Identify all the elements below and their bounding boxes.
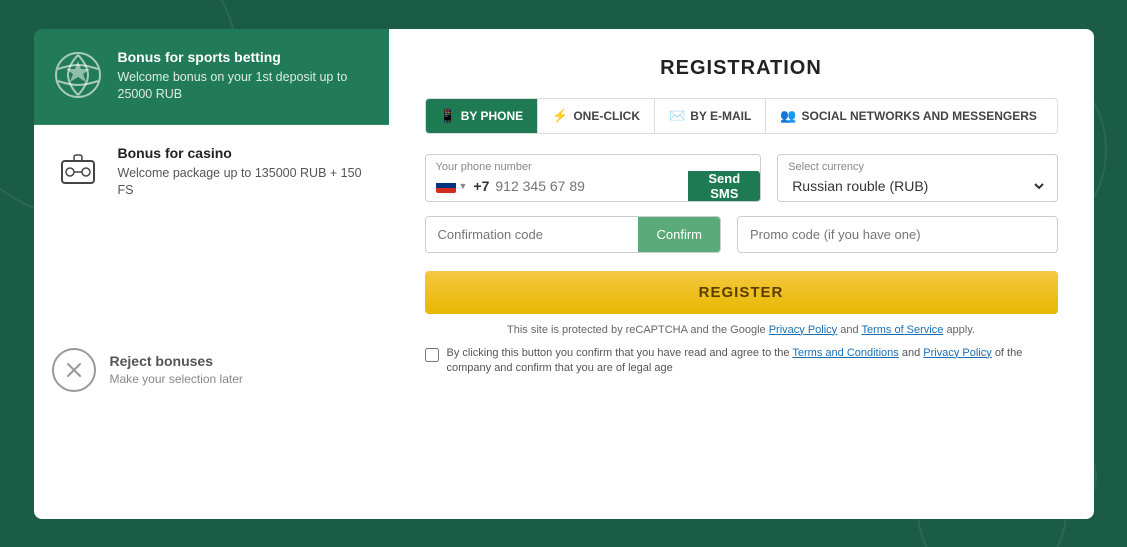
privacy-policy-link[interactable]: Privacy Policy — [769, 324, 837, 336]
left-panel: Bonus for sports betting Welcome bonus o… — [34, 29, 389, 519]
currency-select[interactable]: Russian rouble (RUB) USD EUR — [788, 177, 1046, 195]
sports-bonus-card[interactable]: Bonus for sports betting Welcome bonus o… — [34, 29, 389, 125]
terms-checkbox[interactable] — [425, 348, 439, 362]
sports-bonus-text: Bonus for sports betting Welcome bonus o… — [118, 49, 371, 104]
phone-group: Your phone number ▼ +7 Send SMS — [425, 154, 762, 202]
confirmation-input[interactable] — [426, 217, 639, 252]
casino-bonus-desc: Welcome package up to 135000 RUB + 150 F… — [118, 165, 371, 200]
promo-input[interactable] — [737, 216, 1058, 253]
sports-bonus-desc: Welcome bonus on your 1st deposit up to … — [118, 69, 371, 104]
terms-row: By clicking this button you confirm that… — [425, 346, 1058, 377]
tab-one-click-label: ONE-CLICK — [573, 109, 640, 123]
reject-bonus-card[interactable]: Reject bonuses Make your selection later — [34, 221, 389, 519]
terms-text: By clicking this button you confirm that… — [447, 346, 1058, 377]
reject-icon — [52, 348, 96, 392]
tab-social-label: SOCIAL NETWORKS AND MESSENGERS — [802, 109, 1037, 123]
phone-inner: ▼ +7 Send SMS — [436, 177, 751, 195]
registration-tabs: 📱 BY PHONE ⚡ ONE-CLICK ✉️ BY E-MAIL 👥 SO… — [425, 98, 1058, 134]
flag-selector[interactable]: ▼ — [436, 179, 468, 193]
confirm-promo-row: Confirm — [425, 216, 1058, 253]
phone-tab-icon: 📱 — [440, 108, 456, 124]
register-button[interactable]: REGISTER — [425, 271, 1058, 314]
currency-label: Select currency — [788, 161, 1046, 173]
registration-title: REGISTRATION — [425, 57, 1058, 80]
tab-one-click[interactable]: ⚡ ONE-CLICK — [538, 99, 655, 133]
phone-prefix: +7 — [473, 178, 489, 194]
confirmation-group: Confirm — [425, 216, 722, 253]
reject-desc: Make your selection later — [110, 372, 243, 386]
casino-bonus-title: Bonus for casino — [118, 145, 371, 161]
phone-currency-row: Your phone number ▼ +7 Send SMS — [425, 154, 1058, 202]
send-sms-button[interactable]: Send SMS — [688, 171, 760, 201]
casino-bonus-icon — [52, 145, 104, 197]
casino-bonus-card[interactable]: Bonus for casino Welcome package up to 1… — [34, 125, 389, 221]
oneclick-tab-icon: ⚡ — [552, 108, 568, 124]
reject-title: Reject bonuses — [110, 353, 243, 369]
currency-group: Select currency Russian rouble (RUB) USD… — [777, 154, 1057, 202]
tab-by-email-label: BY E-MAIL — [690, 109, 751, 123]
sports-bonus-title: Bonus for sports betting — [118, 49, 371, 65]
social-tab-icon: 👥 — [780, 108, 796, 124]
casino-bonus-text: Bonus for casino Welcome package up to 1… — [118, 145, 371, 200]
email-tab-icon: ✉️ — [669, 108, 685, 124]
sports-bonus-icon — [52, 49, 104, 101]
tab-by-email[interactable]: ✉️ BY E-MAIL — [655, 99, 766, 133]
tab-social[interactable]: 👥 SOCIAL NETWORKS AND MESSENGERS — [766, 99, 1051, 133]
terms-of-service-link[interactable]: Terms of Service — [861, 324, 943, 336]
flag-chevron-icon: ▼ — [459, 181, 468, 191]
flag-russia — [436, 179, 456, 193]
phone-input[interactable] — [495, 178, 676, 194]
right-panel: REGISTRATION 📱 BY PHONE ⚡ ONE-CLICK ✉️ B… — [389, 29, 1094, 519]
recaptcha-text: This site is protected by reCAPTCHA and … — [425, 324, 1058, 336]
tab-by-phone-label: BY PHONE — [461, 109, 523, 123]
main-container: Bonus for sports betting Welcome bonus o… — [34, 29, 1094, 519]
terms-conditions-link[interactable]: Terms and Conditions — [792, 347, 898, 359]
reject-text: Reject bonuses Make your selection later — [110, 353, 243, 386]
privacy-policy2-link[interactable]: Privacy Policy — [923, 347, 991, 359]
confirm-button[interactable]: Confirm — [638, 217, 720, 252]
tab-by-phone[interactable]: 📱 BY PHONE — [426, 99, 539, 133]
